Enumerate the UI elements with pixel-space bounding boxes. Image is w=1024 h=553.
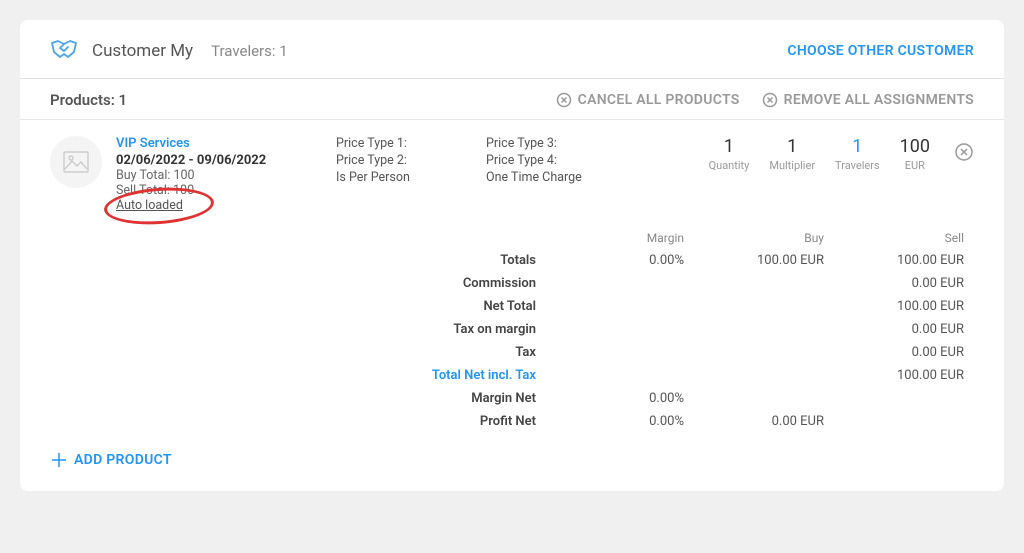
- cancel-all-label: CANCEL ALL PRODUCTS: [578, 92, 740, 108]
- cancel-all-products-button[interactable]: CANCEL ALL PRODUCTS: [556, 92, 740, 108]
- product-row: VIP Services 02/06/2022 - 09/06/2022 Buy…: [20, 120, 1004, 223]
- buy-header: Buy: [694, 231, 834, 245]
- product-info: VIP Services 02/06/2022 - 09/06/2022 Buy…: [116, 136, 336, 213]
- travelers-count: Travelers: 1: [211, 42, 288, 60]
- totals-cell-sell: [834, 391, 974, 406]
- totals-row: Margin Net0.00%: [50, 387, 974, 410]
- close-circle-icon: [762, 92, 778, 108]
- products-count: Products: 1: [50, 91, 127, 109]
- auto-loaded-link[interactable]: Auto loaded: [116, 198, 336, 213]
- is-per-person: Is Per Person: [336, 170, 486, 187]
- product-name-link[interactable]: VIP Services: [116, 136, 336, 151]
- remove-all-label: REMOVE ALL ASSIGNMENTS: [784, 92, 974, 108]
- totals-row-label: Total Net incl. Tax: [384, 368, 554, 383]
- totals-row: Net Total 100.00 EUR: [50, 295, 974, 318]
- totals-row: Tax on margin 0.00 EUR: [50, 318, 974, 341]
- multiplier-label: Multiplier: [769, 159, 815, 172]
- price-stat: 100 EUR: [900, 136, 930, 172]
- price-type-1: Price Type 1:: [336, 136, 486, 153]
- buy-total: Buy Total: 100: [116, 168, 336, 183]
- totals-cell-margin: 0.00%: [554, 253, 694, 268]
- totals-row: Tax 0.00 EUR: [50, 341, 974, 364]
- totals-cell-buy: [694, 391, 834, 406]
- price-type-2: Price Type 2:: [336, 153, 486, 170]
- remove-product-button[interactable]: [954, 142, 974, 166]
- customer-name: Customer My: [92, 41, 193, 61]
- totals-cell-sell: 100.00 EUR: [834, 299, 974, 314]
- totals-table: Margin Buy Sell Totals0.00%100.00 EUR100…: [20, 223, 1004, 433]
- totals-cell-margin: [554, 276, 694, 291]
- quantity-value: 1: [709, 136, 750, 157]
- totals-row-label: Commission: [384, 276, 554, 291]
- margin-header: Margin: [554, 231, 694, 245]
- totals-cell-sell: 100.00 EUR: [834, 253, 974, 268]
- totals-cell-margin: [554, 345, 694, 360]
- price-type-3: Price Type 3:: [486, 136, 636, 153]
- totals-row: Totals0.00%100.00 EUR100.00 EUR: [50, 249, 974, 272]
- totals-cell-margin: 0.00%: [554, 391, 694, 406]
- totals-cell-sell: 0.00 EUR: [834, 345, 974, 360]
- header-row: Customer My Travelers: 1 CHOOSE OTHER CU…: [20, 20, 1004, 78]
- totals-cell-buy: [694, 299, 834, 314]
- totals-cell-buy: 100.00 EUR: [694, 253, 834, 268]
- quantity-stat: 1 Quantity: [709, 136, 750, 172]
- totals-row-label: Net Total: [384, 299, 554, 314]
- customer-card: Customer My Travelers: 1 CHOOSE OTHER CU…: [20, 20, 1004, 491]
- totals-cell-buy: [694, 368, 834, 383]
- price-types-right: Price Type 3: Price Type 4: One Time Cha…: [486, 136, 636, 187]
- multiplier-value: 1: [769, 136, 815, 157]
- totals-row-label: Tax: [384, 345, 554, 360]
- close-circle-icon: [556, 92, 572, 108]
- price-types-left: Price Type 1: Price Type 2: Is Per Perso…: [336, 136, 486, 187]
- handshake-icon: [50, 38, 78, 64]
- totals-row: Profit Net0.00%0.00 EUR: [50, 410, 974, 433]
- quantity-label: Quantity: [709, 159, 750, 172]
- totals-cell-sell: 0.00 EUR: [834, 322, 974, 337]
- products-toolbar: Products: 1 CANCEL ALL PRODUCTS REMOVE A…: [20, 79, 1004, 120]
- price-type-4: Price Type 4:: [486, 153, 636, 170]
- totals-cell-buy: [694, 276, 834, 291]
- totals-cell-buy: [694, 322, 834, 337]
- close-circle-icon: [954, 142, 974, 162]
- product-stats: 1 Quantity 1 Multiplier 1 Travelers 100 …: [699, 136, 974, 172]
- travelers-value-link[interactable]: 1: [835, 136, 880, 157]
- totals-cell-margin: 0.00%: [554, 414, 694, 429]
- totals-row-label: Tax on margin: [384, 322, 554, 337]
- image-placeholder-icon: [50, 136, 102, 188]
- totals-cell-margin: [554, 299, 694, 314]
- totals-cell-sell: 0.00 EUR: [834, 276, 974, 291]
- price-value: 100: [900, 136, 930, 157]
- add-product-label: ADD PRODUCT: [74, 452, 172, 468]
- totals-cell-sell: 100.00 EUR: [834, 368, 974, 383]
- travelers-stat: 1 Travelers: [835, 136, 880, 172]
- totals-cell-margin: [554, 322, 694, 337]
- price-currency: EUR: [900, 159, 930, 172]
- choose-other-customer-button[interactable]: CHOOSE OTHER CUSTOMER: [787, 43, 974, 59]
- remove-all-assignments-button[interactable]: REMOVE ALL ASSIGNMENTS: [762, 92, 974, 108]
- totals-row-label: Margin Net: [384, 391, 554, 406]
- totals-row: Total Net incl. Tax 100.00 EUR: [50, 364, 974, 387]
- plus-icon: [50, 451, 68, 469]
- totals-cell-sell: [834, 414, 974, 429]
- multiplier-stat: 1 Multiplier: [769, 136, 815, 172]
- totals-cell-buy: [694, 345, 834, 360]
- totals-header-row: Margin Buy Sell: [50, 227, 974, 249]
- totals-row-label: Totals: [384, 253, 554, 268]
- product-dates: 02/06/2022 - 09/06/2022: [116, 153, 336, 168]
- add-product-button[interactable]: ADD PRODUCT: [20, 433, 1004, 491]
- sell-header: Sell: [834, 231, 974, 245]
- totals-cell-buy: 0.00 EUR: [694, 414, 834, 429]
- sell-total: Sell Total: 100: [116, 183, 336, 198]
- one-time-charge: One Time Charge: [486, 170, 636, 187]
- totals-cell-margin: [554, 368, 694, 383]
- totals-row-label: Profit Net: [384, 414, 554, 429]
- travelers-stat-label: Travelers: [835, 159, 880, 172]
- totals-row: Commission 0.00 EUR: [50, 272, 974, 295]
